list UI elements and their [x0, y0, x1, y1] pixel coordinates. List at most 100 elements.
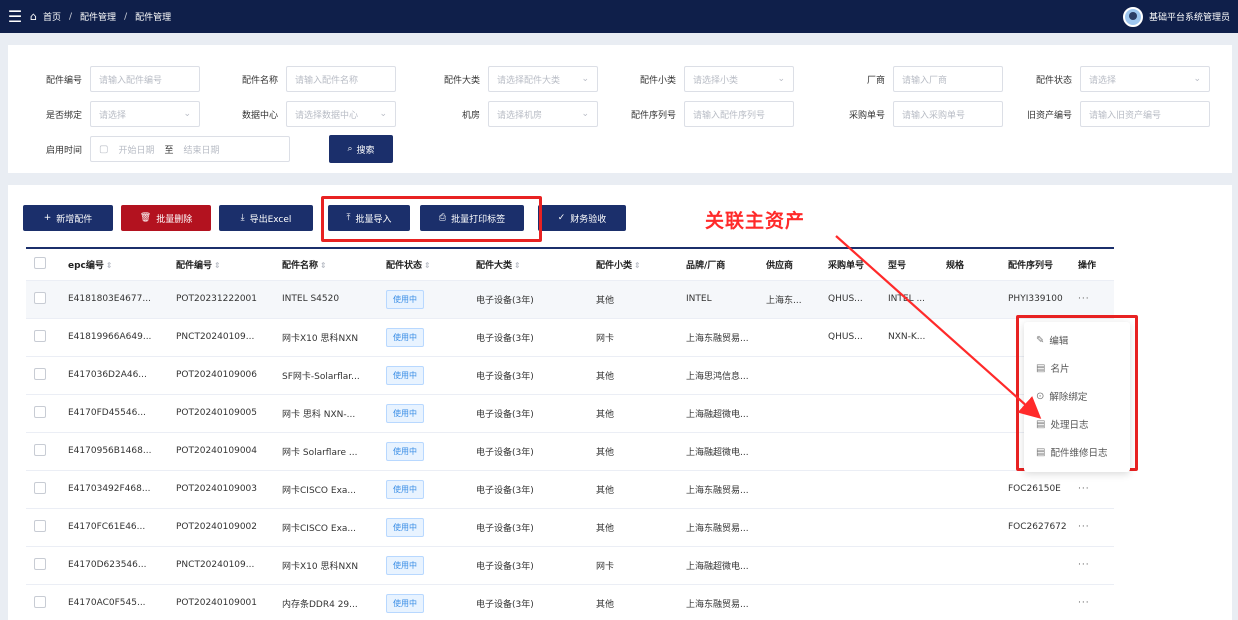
hamburger-icon[interactable]: ☰	[0, 0, 30, 33]
add-part-button[interactable]: + 新增配件	[23, 205, 113, 231]
table-cell: 电子设备(3年)	[468, 584, 588, 620]
finance-check-button[interactable]: ✓ 财务验收	[538, 205, 626, 231]
menu-item[interactable]: ▤ 名片	[1024, 354, 1130, 382]
table-cell[interactable]: ···	[1070, 546, 1114, 584]
more-actions-icon[interactable]: ···	[1078, 522, 1090, 532]
table-row[interactable]: E41703492F468... POT20240109003 网卡CISCO Ex…	[26, 470, 1114, 508]
filter-select[interactable]: 请选择小类 ⌄	[684, 66, 794, 92]
chevron-down-icon: ⌄	[581, 74, 589, 84]
more-actions-icon[interactable]: ···	[1078, 484, 1090, 494]
breadcrumb-parts[interactable]: 配件管理	[80, 10, 116, 23]
table-row[interactable]: E4181803E4677... POT20231222001 INTEL S452…	[26, 280, 1114, 318]
row-checkbox[interactable]	[34, 519, 46, 532]
export-excel-button[interactable]: ⤓ 导出Excel	[219, 205, 313, 231]
table-cell: 其他	[588, 280, 678, 318]
table-cell	[820, 546, 880, 584]
menu-item[interactable]: ✎ 编辑	[1024, 326, 1130, 354]
row-checkbox[interactable]	[34, 443, 46, 456]
more-actions-icon[interactable]: ···	[1078, 598, 1090, 608]
table-row[interactable]: E4170FD45546... POT20240109005 网卡 思科 NXN-.…	[26, 394, 1114, 432]
batch-delete-button[interactable]: 🗑 批量删除	[121, 205, 211, 231]
column-header[interactable]: 配件小类 ⇕	[588, 248, 678, 280]
table-cell[interactable]: ···	[1070, 280, 1114, 318]
trash-icon: 🗑	[139, 213, 152, 223]
table-cell[interactable]: ···	[1070, 508, 1114, 546]
row-checkbox[interactable]	[34, 291, 46, 304]
sort-icon[interactable]: ⇕	[514, 261, 521, 270]
select-all-checkbox[interactable]	[34, 256, 46, 269]
column-header[interactable]: epc编号 ⇕	[60, 248, 168, 280]
end-date-input[interactable]: 结束日期	[183, 143, 219, 156]
table-row[interactable]: E4170FC61E46... POT20240109002 网卡CISCO Exa…	[26, 508, 1114, 546]
placeholder-text: 请选择数据中心	[295, 110, 359, 121]
repair-log-icon: ▤	[1036, 446, 1046, 458]
filter-select[interactable]: 请选择配件大类 ⌄	[488, 66, 598, 92]
filter-group: 配件小类 请选择小类 ⌄	[604, 65, 794, 93]
filter-select[interactable]: 请选择机房 ⌄	[488, 101, 598, 127]
placeholder-text: 请输入配件名称	[295, 75, 359, 86]
sort-icon[interactable]: ⇕	[214, 261, 221, 270]
status-badge: 使用中	[386, 517, 424, 537]
breadcrumb-home[interactable]: 首页	[43, 10, 61, 23]
table-row[interactable]: E417036D2A46... POT20240109006 SF网卡-Solarf…	[26, 356, 1114, 394]
column-header[interactable]: 配件大类 ⇕	[468, 248, 588, 280]
menu-item[interactable]: ⊙ 解除绑定	[1024, 382, 1130, 410]
more-actions-icon[interactable]: ···	[1078, 294, 1090, 304]
cell-text: 网卡	[596, 333, 615, 344]
cell-text: E41819966A649...	[68, 332, 152, 342]
start-date-input[interactable]: 开始日期	[118, 143, 154, 156]
row-checkbox[interactable]	[34, 557, 46, 570]
cell-text: 其他	[596, 371, 615, 382]
chevron-down-icon: ⌄	[183, 109, 191, 119]
column-header[interactable]: 配件编号 ⇕	[168, 248, 274, 280]
menu-item[interactable]: ▤ 处理日志	[1024, 410, 1130, 438]
table-cell[interactable]: ···	[1070, 584, 1114, 620]
table-cell: E4181803E4677...	[60, 280, 168, 318]
placeholder-text: 请输入采购单号	[902, 110, 966, 121]
filter-input[interactable]: 请输入配件编号	[90, 66, 200, 92]
filter-input[interactable]: 请输入配件序列号	[684, 101, 794, 127]
row-checkbox[interactable]	[34, 329, 46, 342]
filter-input[interactable]: 请输入配件名称	[286, 66, 396, 92]
column-header[interactable]: 配件名称 ⇕	[274, 248, 378, 280]
cell-text: 其他	[596, 447, 615, 458]
chevron-down-icon: ⌄	[379, 109, 387, 119]
column-header-label: 配件大类	[476, 260, 513, 271]
search-button[interactable]: ⌕ 搜索	[329, 135, 393, 163]
cell-text: QHUS...	[828, 294, 863, 304]
sort-icon[interactable]: ⇕	[320, 261, 327, 270]
filter-input[interactable]: 请输入采购单号	[893, 101, 1003, 127]
table-cell: 网卡X10 思科NXN	[274, 546, 378, 584]
table-cell: 上海东融贸易...	[678, 508, 758, 546]
table-cell	[758, 394, 820, 432]
filter-group: 采购单号 请输入采购单号	[803, 100, 1003, 128]
table-row[interactable]: E4170AC0F545... POT20240109001 内存条DDR4 29.…	[26, 584, 1114, 620]
user-name[interactable]: 基础平台系统管理员	[1149, 10, 1230, 23]
date-range-picker[interactable]: ▢ 开始日期 至 结束日期	[90, 136, 290, 162]
table-row[interactable]: E4170D623546... PNCT20240109... 网卡X10 思科NX…	[26, 546, 1114, 584]
cell-text: 电子设备(3年)	[476, 409, 534, 420]
row-checkbox[interactable]	[34, 595, 46, 608]
more-actions-icon[interactable]: ···	[1078, 560, 1090, 570]
row-checkbox[interactable]	[34, 367, 46, 380]
column-header-label: 规格	[946, 260, 965, 271]
filter-input[interactable]: 请输入旧资产编号	[1080, 101, 1210, 127]
filter-input[interactable]: 请输入厂商	[893, 66, 1003, 92]
user-menu[interactable]: 基础平台系统管理员	[1122, 0, 1230, 33]
menu-item[interactable]: ▤ 配件维修日志	[1024, 438, 1130, 466]
row-checkbox[interactable]	[34, 405, 46, 418]
table-cell[interactable]: ···	[1070, 470, 1114, 508]
table-row[interactable]: E41819966A649... PNCT20240109... 网卡X10 思科N…	[26, 318, 1114, 356]
avatar[interactable]	[1122, 6, 1143, 27]
sort-icon[interactable]: ⇕	[106, 261, 113, 270]
sort-icon[interactable]: ⇕	[634, 261, 641, 270]
filter-select[interactable]: 请选择 ⌄	[90, 101, 200, 127]
cell-text: 网卡CISCO Exa...	[282, 485, 356, 496]
table-cell	[938, 394, 1000, 432]
filter-select[interactable]: 请选择数据中心 ⌄	[286, 101, 396, 127]
column-header[interactable]: 配件状态 ⇕	[378, 248, 468, 280]
filter-select[interactable]: 请选择 ⌄	[1080, 66, 1210, 92]
row-checkbox[interactable]	[34, 481, 46, 494]
sort-icon[interactable]: ⇕	[424, 261, 431, 270]
table-row[interactable]: E4170956B1468... POT20240109004 网卡 Solarfl…	[26, 432, 1114, 470]
